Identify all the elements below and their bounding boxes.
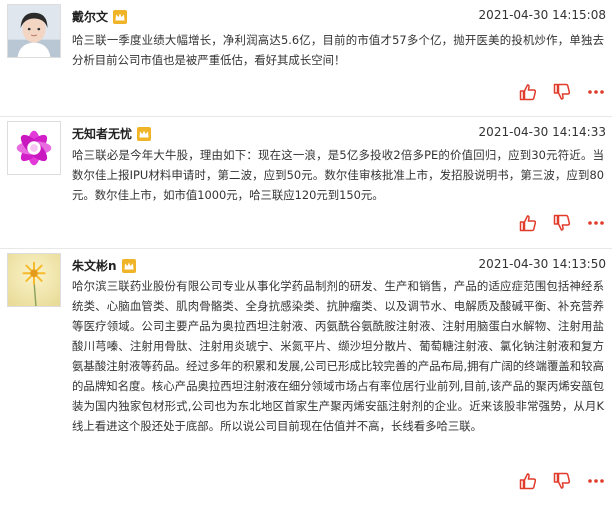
action-bar <box>518 471 606 491</box>
action-bar <box>518 213 606 233</box>
thumbs-up-icon[interactable] <box>518 82 538 102</box>
more-icon[interactable] <box>586 213 606 233</box>
comment-item: 戴尔文 2021-04-30 14:15:08 哈三联一季度业绩大幅增长，净利润… <box>0 0 612 117</box>
crown-vip-icon <box>121 258 136 273</box>
username-label[interactable]: 朱文彬n <box>72 257 117 274</box>
username[interactable]: 戴尔文 <box>72 8 128 25</box>
username[interactable]: 朱文彬n <box>72 257 136 274</box>
thumbs-down-icon[interactable] <box>552 213 572 233</box>
thumbs-down-icon[interactable] <box>552 82 572 102</box>
comment-item: 朱文彬n 2021-04-30 14:13:50 哈尔滨三联药业股份有限公司专业… <box>0 249 612 505</box>
username-label[interactable]: 无知者无忧 <box>72 125 132 142</box>
comment-text: 哈三联必是今年大牛股，理由如下：现在这一浪，是5亿多投收2倍多PE的价值回归，应… <box>72 148 604 202</box>
dandelion-avatar-icon[interactable] <box>7 253 61 307</box>
more-icon[interactable] <box>586 82 606 102</box>
comment-text: 哈三联一季度业绩大幅增长，净利润高达5.6亿，目前的市值才57多个亿，抛开医美的… <box>72 33 604 67</box>
action-bar <box>518 82 606 102</box>
flower-avatar-icon[interactable] <box>7 121 61 175</box>
crown-vip-icon <box>113 9 128 24</box>
timestamp: 2021-04-30 14:13:50 <box>478 257 606 271</box>
timestamp: 2021-04-30 14:14:33 <box>478 125 606 139</box>
person-avatar-icon[interactable] <box>7 4 61 58</box>
comment-item: 无知者无忧 2021-04-30 14:14:33 哈三联必是今年大牛股，理由如… <box>0 117 612 249</box>
comment-feed: 戴尔文 2021-04-30 14:15:08 哈三联一季度业绩大幅增长，净利润… <box>0 0 612 505</box>
more-icon[interactable] <box>586 471 606 491</box>
username[interactable]: 无知者无忧 <box>72 125 152 142</box>
thumbs-up-icon[interactable] <box>518 471 538 491</box>
thumbs-down-icon[interactable] <box>552 471 572 491</box>
comment-text: 哈尔滨三联药业股份有限公司专业从事化学药品制剂的研发、生产和销售，产品的适应症范… <box>72 279 604 433</box>
crown-vip-icon <box>137 126 152 141</box>
username-label[interactable]: 戴尔文 <box>72 8 108 25</box>
thumbs-up-icon[interactable] <box>518 213 538 233</box>
timestamp: 2021-04-30 14:15:08 <box>478 8 606 22</box>
